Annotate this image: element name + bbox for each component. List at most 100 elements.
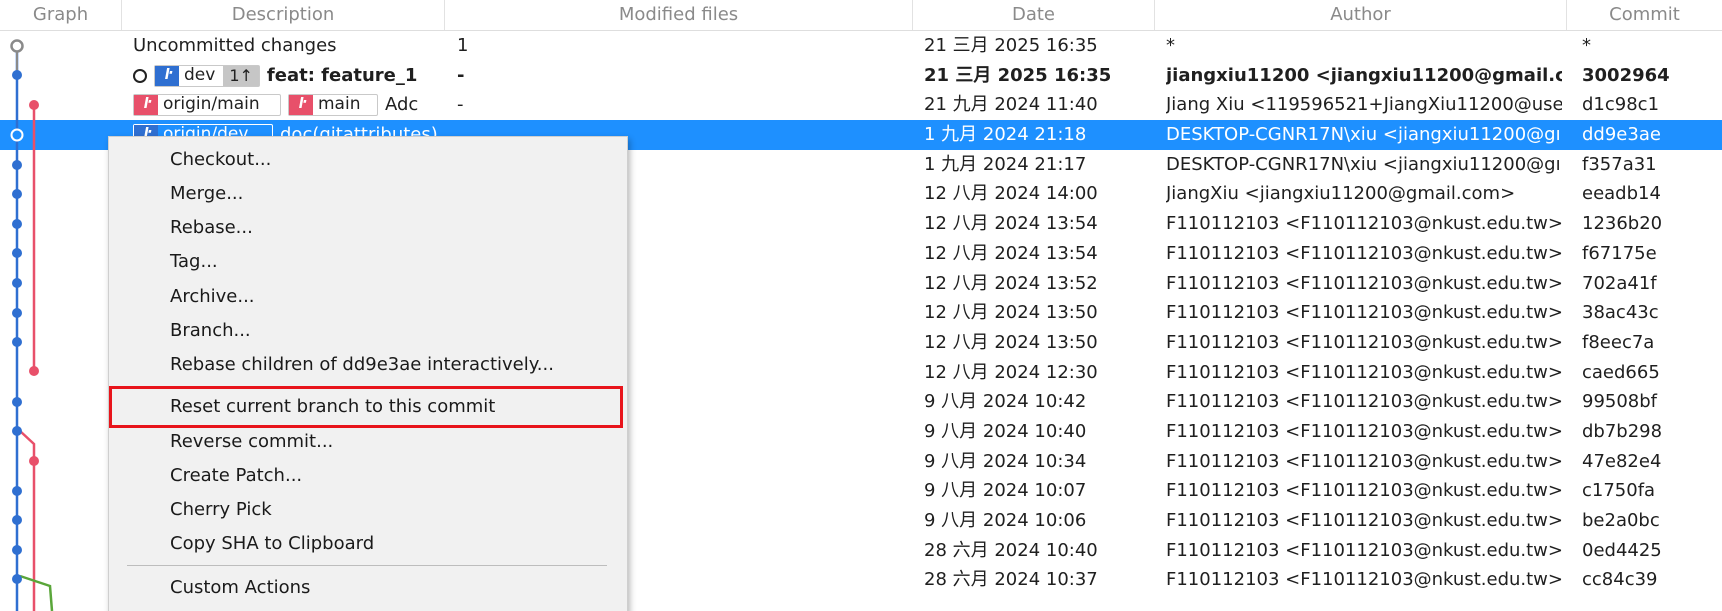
menu-item-reverse-commit[interactable]: Reverse commit... (170, 427, 333, 457)
col-author[interactable]: Author (1155, 0, 1567, 30)
col-commit[interactable]: Commit (1567, 0, 1722, 30)
date: 12 八月 2024 12:30 (924, 361, 1098, 383)
menu-item-merge[interactable]: Merge... (170, 179, 243, 209)
menu-item-reset-current-branch[interactable]: Reset current branch to this commit (170, 392, 495, 422)
git-branch-icon: ŀ (289, 95, 313, 116)
branch-tag-dev[interactable]: ŀ dev 1↑ (154, 64, 260, 87)
date: 12 八月 2024 13:50 (924, 331, 1098, 353)
graph-node (12, 70, 22, 80)
table-row[interactable]: Uncommitted changes 1 21 三月 2025 16:35 *… (0, 31, 1722, 61)
author: F110112103 <F110112103@nkust.edu.tw> (1166, 361, 1562, 383)
graph-node (29, 366, 39, 376)
col-graph[interactable]: Graph (0, 0, 122, 30)
menu-item-cherry-pick[interactable]: Cherry Pick (170, 495, 272, 525)
commit-graph (10, 39, 54, 611)
commit-sha: dd9e3ae (1582, 124, 1661, 146)
description: Uncommitted changes (133, 35, 337, 56)
commit-message: Adc (385, 94, 419, 116)
author: F110112103 <F110112103@nkust.edu.tw> (1166, 391, 1562, 413)
menu-item-rebase[interactable]: Rebase... (170, 213, 253, 243)
date: 21 九月 2024 11:40 (924, 94, 1098, 116)
date: 9 八月 2024 10:06 (924, 510, 1087, 531)
graph-node (12, 337, 22, 347)
author: F110112103 <F110112103@nkust.edu.tw> (1166, 302, 1562, 324)
date: 9 八月 2024 10:40 (924, 420, 1087, 442)
commit-sha: eeadb14 (1582, 183, 1661, 205)
table-row[interactable]: ŀ origin/main ŀ main Adc - 21 九月 2024 11… (0, 90, 1722, 120)
graph-line-feature (19, 574, 54, 611)
commit-sha: be2a0bc (1582, 510, 1660, 531)
graph-node (12, 397, 22, 407)
col-date[interactable]: Date (913, 0, 1155, 30)
menu-item-checkout[interactable]: Checkout... (170, 145, 271, 175)
col-description[interactable]: Description (122, 0, 445, 30)
column-header: Graph Description Modified files Date Au… (0, 0, 1722, 31)
commit-message: feat: feature_1 (266, 64, 418, 86)
author: Jiang Xiu <119596521+JiangXiu11200@user (1166, 94, 1562, 116)
author: F110112103 <F110112103@nkust.edu.tw> (1166, 510, 1562, 531)
menu-item-custom-actions[interactable]: Custom Actions (170, 573, 310, 603)
author: DESKTOP-CGNR17N\xiu <jiangxiu11200@gı (1166, 153, 1561, 175)
commit-sha: 3002964 (1582, 64, 1670, 86)
date: 12 八月 2024 13:54 (924, 242, 1098, 264)
commit-sha: caed665 (1582, 361, 1660, 383)
graph-node (12, 189, 22, 199)
date: 12 八月 2024 13:50 (924, 302, 1098, 324)
modified-files: 1 (457, 35, 469, 56)
date: 9 八月 2024 10:42 (924, 391, 1087, 413)
graph-node (12, 219, 22, 229)
branch-tag-main[interactable]: ŀ main (288, 94, 378, 117)
commit-sha: db7b298 (1582, 420, 1663, 442)
date: 9 八月 2024 10:34 (924, 450, 1087, 472)
menu-item-tag[interactable]: Tag... (170, 247, 218, 277)
author: F110112103 <F110112103@nkust.edu.tw> (1166, 242, 1562, 264)
menu-item-rebase-children-interactive[interactable]: Rebase children of dd9e3ae interactively… (170, 350, 554, 380)
graph-node (12, 574, 22, 584)
author: DESKTOP-CGNR17N\xiu <jiangxiu11200@gı (1166, 124, 1561, 146)
author: * (1166, 35, 1175, 56)
date: 28 六月 2024 10:37 (924, 569, 1098, 591)
author: F110112103 <F110112103@nkust.edu.tw> (1166, 272, 1562, 294)
context-menu: Checkout... Merge... Rebase... Tag... Ar… (108, 136, 628, 611)
author: F110112103 <F110112103@nkust.edu.tw> (1166, 480, 1562, 502)
graph-node (12, 426, 22, 436)
commit-sha: c1750fa (1582, 480, 1656, 502)
menu-item-create-patch[interactable]: Create Patch... (170, 461, 302, 491)
commit-sha: cc84c39 (1582, 569, 1658, 591)
commit-sha: d1c98c1 (1582, 94, 1660, 116)
date: 1 九月 2024 21:17 (924, 153, 1087, 175)
branch-tag-origin-main[interactable]: ŀ origin/main (133, 94, 281, 117)
commit-sha: 38ac43c (1582, 302, 1659, 324)
menu-item-archive[interactable]: Archive... (170, 282, 255, 312)
date: 12 八月 2024 13:54 (924, 213, 1098, 235)
graph-node (12, 545, 22, 555)
commit-sha: * (1582, 35, 1591, 56)
menu-item-copy-sha[interactable]: Copy SHA to Clipboard (170, 529, 374, 559)
graph-node-uncommitted (10, 39, 24, 53)
branch-name: main (318, 94, 361, 115)
modified-files: - (457, 64, 465, 86)
menu-item-branch[interactable]: Branch... (170, 316, 251, 346)
table-row[interactable]: ŀ dev 1↑ feat: feature_1 - 21 三月 2025 16… (0, 61, 1722, 91)
author: F110112103 <F110112103@nkust.edu.tw> (1166, 539, 1562, 561)
commit-sha: f357a31 (1582, 153, 1657, 175)
author: F110112103 <F110112103@nkust.edu.tw> (1166, 331, 1562, 353)
menu-separator (127, 565, 607, 566)
date: 9 八月 2024 10:07 (924, 480, 1087, 502)
graph-node (12, 248, 22, 258)
git-history-view: Graph Description Modified files Date Au… (0, 0, 1722, 611)
date: 12 八月 2024 13:52 (924, 272, 1098, 294)
commit-sha: 702a41f (1582, 272, 1657, 294)
graph-node (12, 515, 22, 525)
branch-name: origin/main (163, 94, 260, 115)
description: ŀ dev 1↑ feat: feature_1 (133, 61, 453, 91)
author: jiangxiu11200 <jiangxiu11200@gmail.com> (1166, 64, 1562, 86)
col-modified-files[interactable]: Modified files (445, 0, 913, 30)
commit-sha: 99508bf (1582, 391, 1658, 413)
date: 28 六月 2024 10:40 (924, 539, 1098, 561)
commit-sha: f8eec7a (1582, 331, 1655, 353)
date: 21 三月 2025 16:35 (924, 35, 1098, 56)
author: F110112103 <F110112103@nkust.edu.tw> (1166, 569, 1562, 591)
commit-sha: f67175e (1582, 242, 1657, 264)
date: 12 八月 2024 14:00 (924, 183, 1098, 205)
